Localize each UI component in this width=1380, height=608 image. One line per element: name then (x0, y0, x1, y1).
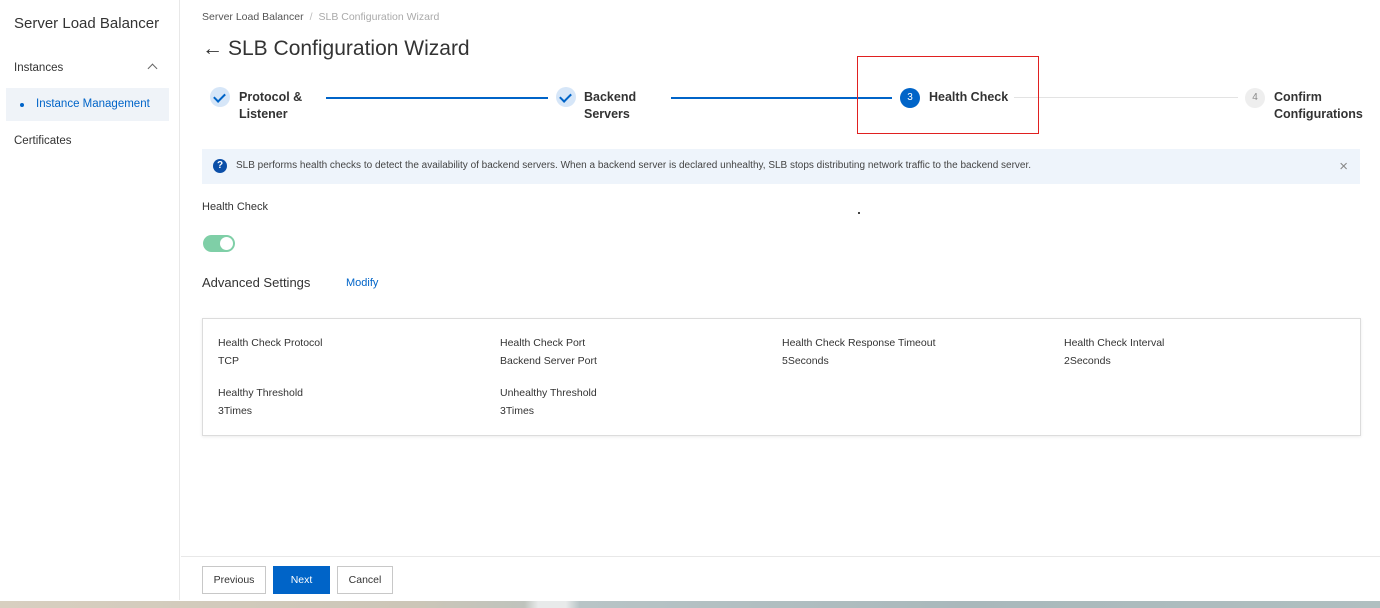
check-icon (556, 87, 576, 107)
field-value: Backend Server Port (500, 355, 597, 367)
step-confirm-configurations: Confirm Configurations (1274, 89, 1363, 123)
field-label: Health Check Port (500, 337, 586, 349)
field-healthy-threshold: Healthy Threshold 3Times (218, 384, 303, 420)
breadcrumb: Server Load Balancer / SLB Configuration W… (202, 11, 439, 23)
field-health-check-protocol: Health Check Protocol TCP (218, 334, 322, 370)
field-value: 5Seconds (782, 355, 829, 367)
field-value: TCP (218, 355, 239, 367)
health-check-label: Health Check (202, 201, 269, 213)
step-label-line2: Configurations (1274, 107, 1363, 121)
info-notice: ? SLB performs health checks to detect t… (202, 149, 1360, 184)
step-connector (326, 97, 548, 99)
sidebar-group-label: Instances (14, 62, 64, 74)
field-response-timeout: Health Check Response Timeout 5Seconds (782, 334, 936, 370)
previous-button[interactable]: Previous (202, 566, 266, 594)
sidebar-item-label: Instance Management (36, 98, 150, 110)
sidebar-group-instances[interactable]: Instances (14, 62, 164, 78)
field-label: Health Check Protocol (218, 337, 323, 349)
modify-link[interactable]: Modify (346, 277, 378, 289)
stray-dot (858, 212, 860, 214)
step-label-line2: Listener (239, 107, 288, 121)
step-backend-servers: Backend Servers (584, 89, 636, 123)
bullet-icon (20, 103, 24, 107)
question-icon: ? (213, 159, 227, 173)
field-check-interval: Health Check Interval 2Seconds (1064, 334, 1164, 370)
chevron-up-icon (147, 63, 158, 74)
field-value: 3Times (500, 405, 535, 417)
cancel-button[interactable]: Cancel (337, 566, 393, 594)
page-title: SLB Configuration Wizard (228, 37, 470, 60)
settings-card: Health Check Protocol TCP Health Check P… (202, 318, 1361, 436)
step-label-line1: Protocol & (239, 90, 303, 104)
sidebar-item-certificates[interactable]: Certificates (14, 135, 72, 147)
field-label: Health Check Response Timeout (782, 337, 936, 349)
step-connector (1014, 97, 1238, 98)
sidebar: Server Load Balancer Instances Instance … (0, 0, 180, 600)
advanced-settings-label: Advanced Settings (202, 275, 311, 290)
step-protocol-listener: Protocol & Listener (239, 89, 302, 123)
breadcrumb-current: SLB Configuration Wizard (318, 11, 440, 23)
field-value: 3Times (218, 405, 253, 417)
toggle-knob (220, 237, 233, 250)
sidebar-item-instance-management[interactable]: Instance Management (6, 88, 169, 121)
next-button[interactable]: Next (273, 566, 330, 594)
desktop-background-strip (0, 601, 1380, 608)
close-icon[interactable]: × (1339, 158, 1348, 175)
field-value: 2Seconds (1064, 355, 1111, 367)
breadcrumb-root[interactable]: Server Load Balancer (202, 11, 304, 23)
sidebar-title: Server Load Balancer (14, 15, 160, 32)
step-label-line2: Servers (584, 107, 630, 121)
field-unhealthy-threshold: Unhealthy Threshold 3Times (500, 384, 597, 420)
field-label: Healthy Threshold (218, 387, 304, 399)
step-label-line1: Confirm (1274, 90, 1322, 104)
step-label-line1: Backend (584, 90, 637, 104)
highlight-box (857, 56, 1039, 134)
notice-text: SLB performs health checks to detect the… (236, 160, 1032, 171)
step-number: 4 (1245, 88, 1265, 108)
field-label: Unhealthy Threshold (500, 387, 597, 399)
field-label: Health Check Interval (1064, 337, 1165, 349)
back-arrow-icon[interactable]: ← (202, 37, 223, 61)
field-health-check-port: Health Check Port Backend Server Port (500, 334, 597, 370)
check-icon (210, 87, 230, 107)
health-check-toggle[interactable] (203, 235, 235, 252)
breadcrumb-separator: / (309, 11, 313, 23)
